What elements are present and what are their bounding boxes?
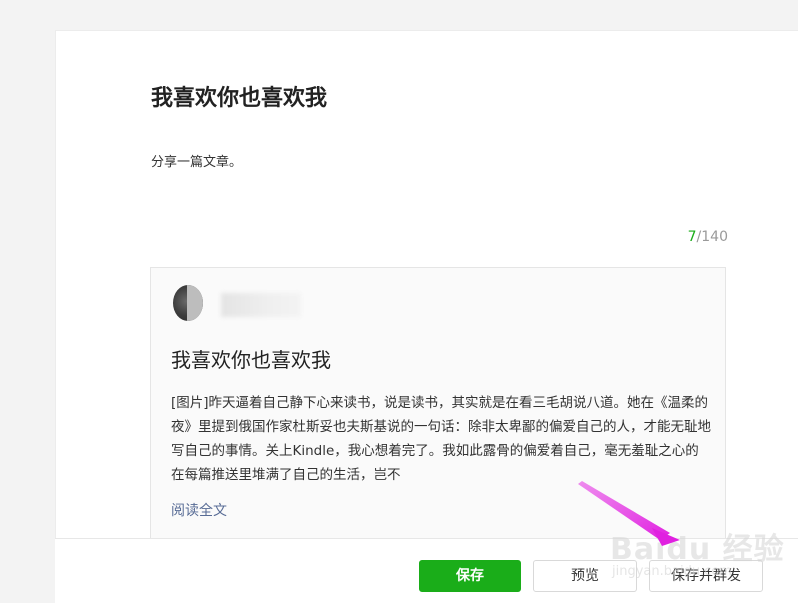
watermark-url: jingyan.baidu.com [612, 564, 732, 579]
baidu-watermark: Baidu 经验 jingyan.baidu.com [600, 520, 790, 590]
read-more-link[interactable]: 阅读全文 [171, 500, 227, 520]
char-count-max: /140 [696, 229, 728, 245]
watermark-brand: Baidu 经验 [610, 532, 785, 567]
author-name-blurred [221, 293, 301, 317]
post-title[interactable]: 我喜欢你也喜欢我 [151, 80, 327, 112]
avatar [173, 285, 203, 321]
shared-article-card[interactable]: 我喜欢你也喜欢我 [图片]昨天逼着自己静下心来读书，说是读书，其实就是在看三毛胡… [150, 267, 726, 557]
char-count-current: 7 [687, 229, 697, 245]
save-button[interactable]: 保存 [419, 560, 521, 592]
post-description[interactable]: 分享一篇文章。 [151, 151, 242, 170]
char-counter: 7/140 [688, 229, 728, 245]
page: 我喜欢你也喜欢我 分享一篇文章。 7/140 我喜欢你也喜欢我 [图片]昨天逼着… [0, 0, 798, 603]
article-title: 我喜欢你也喜欢我 [171, 348, 331, 372]
article-excerpt: [图片]昨天逼着自己静下心来读书，说是读书，其实就是在看三毛胡说八道。她在《温柔… [171, 395, 711, 483]
